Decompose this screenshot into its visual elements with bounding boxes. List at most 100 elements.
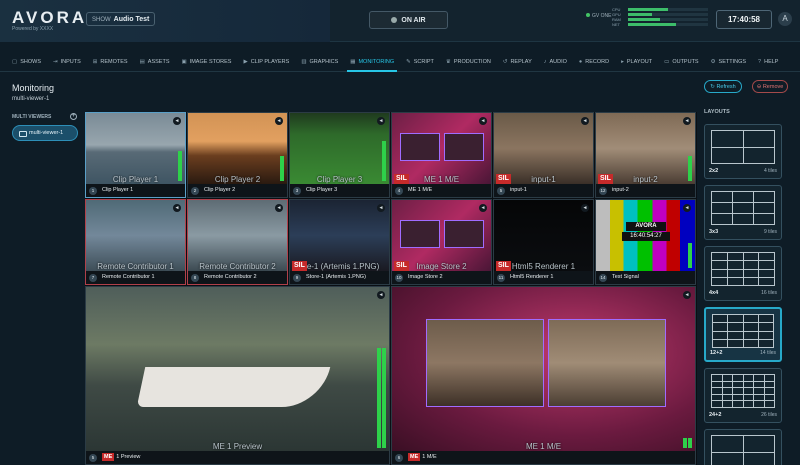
- tile-preview-image: AVORA 16:40:54:27: [596, 200, 695, 271]
- nav-label: AUDIO: [549, 59, 567, 65]
- layout-option-24+2[interactable]: 24+2 26 tiles: [704, 368, 782, 423]
- layout-cell: [764, 375, 774, 381]
- audio-icon[interactable]: ◄: [683, 204, 691, 212]
- layout-option-more[interactable]: [704, 429, 782, 465]
- audio-icon[interactable]: ◄: [173, 117, 181, 125]
- me-badge: ME: [102, 453, 115, 461]
- audio-icon[interactable]: ◄: [275, 117, 283, 125]
- tile-number: 8: [191, 273, 199, 282]
- nav-remotes[interactable]: ⊞ REMOTES: [93, 52, 128, 71]
- nav-audio[interactable]: ♪ AUDIO: [544, 52, 567, 71]
- multiviewer-large-tile[interactable]: ◄ ME 1 M/E ME 1 M/E 6: [391, 286, 696, 465]
- multiviewer-item[interactable]: multi-viewer-1: [12, 125, 78, 141]
- layout-name: 24+2: [709, 412, 722, 418]
- multiviewer-large-tile[interactable]: ◄ ME 1 Preview ME 1 Preview 5: [85, 286, 390, 465]
- multiviewer-tile[interactable]: ◄ Image Store 2 SIL Image Store 2 10: [391, 199, 492, 285]
- nav-label: SETTINGS: [718, 59, 747, 65]
- audio-icon[interactable]: ◄: [479, 204, 487, 212]
- nav-outputs[interactable]: ▭ OUTPUTS: [664, 52, 698, 71]
- avora-logo[interactable]: AVORA: [12, 8, 87, 28]
- nav-shows[interactable]: ▢ SHOWS: [12, 52, 41, 71]
- layout-cell: [712, 253, 727, 261]
- nav-label: PRODUCTION: [453, 59, 491, 65]
- nav-label: ASSETS: [147, 59, 170, 65]
- nav-script[interactable]: ✎ SCRIPT: [406, 52, 434, 71]
- layout-option-3x3[interactable]: 3x3 9 tiles: [704, 185, 782, 240]
- nav-assets[interactable]: ▤ ASSETS: [140, 52, 170, 71]
- tile-number: 5: [497, 186, 505, 195]
- audio-icon[interactable]: ◄: [173, 204, 181, 212]
- tile-caption: Image Store 2: [392, 271, 491, 284]
- add-multiviewer-icon[interactable]: +: [70, 113, 77, 120]
- multiviewers-header-label: MULTI VIEWERS: [12, 114, 52, 120]
- on-air-label: ON AIR: [401, 17, 426, 24]
- tile-caption: ME 1 M/E: [392, 451, 695, 464]
- remove-button[interactable]: ⊖ Remove: [752, 80, 788, 93]
- multiviewer-tile[interactable]: AVORA 16:40:54:27 ◄ Test Signal 14: [595, 199, 696, 285]
- multiviewer-tile[interactable]: ◄ Clip Player 2 Clip Player 22: [187, 112, 288, 198]
- refresh-label: Refresh: [716, 84, 736, 90]
- nav-help[interactable]: ? HELP: [758, 52, 778, 71]
- layout-option-2x2[interactable]: 2x2 4 tiles: [704, 124, 782, 179]
- nav-image-stores[interactable]: ▣ IMAGE STORES: [181, 52, 231, 71]
- multiviewer-tile[interactable]: ◄ Clip Player 1 Clip Player 11: [85, 112, 186, 198]
- refresh-button[interactable]: ↻ Refresh: [704, 80, 742, 93]
- tile-number: 9: [293, 273, 301, 282]
- nav-monitoring[interactable]: ▦ MONITORING: [347, 52, 397, 72]
- multiviewer-tile[interactable]: ◄ input-1 SIL input-1 5: [493, 112, 594, 198]
- audio-icon[interactable]: ◄: [377, 204, 385, 212]
- on-air-button[interactable]: ON AIR: [369, 11, 448, 29]
- nav-shows-icon: ▢: [12, 59, 18, 65]
- boat-shape: [136, 367, 331, 407]
- tile-preview-image: [290, 113, 389, 184]
- nav-record[interactable]: ● RECORD: [579, 52, 609, 71]
- layout-option-12+2[interactable]: 12+2 14 tiles: [704, 307, 782, 362]
- layout-cell: [722, 388, 732, 394]
- audio-icon[interactable]: ◄: [377, 291, 385, 299]
- nav-clip-players[interactable]: ▶ CLIP PLAYERS: [243, 52, 289, 71]
- audio-icon[interactable]: ◄: [275, 204, 283, 212]
- layout-cell: [754, 203, 774, 213]
- user-avatar[interactable]: A: [778, 12, 792, 26]
- layout-cell: [712, 436, 743, 452]
- nav-production[interactable]: ♛ PRODUCTION: [446, 52, 491, 71]
- tile-preview-image: [86, 200, 185, 271]
- layout-cell: [713, 315, 728, 323]
- audio-icon[interactable]: ◄: [581, 204, 589, 212]
- tile-number: 14: [599, 273, 607, 282]
- multiviewer-tile[interactable]: ◄ Remote Contributor 1 Remote Contributor …: [85, 199, 186, 285]
- audio-icon[interactable]: ◄: [479, 117, 487, 125]
- layout-tile-count: 14 tiles: [760, 350, 776, 356]
- multiviewer-tile[interactable]: ◄ ME 1 M/E SIL ME 1 M/E 4: [391, 112, 492, 198]
- audio-icon[interactable]: ◄: [377, 117, 385, 125]
- multiviewer-tile[interactable]: ◄ input-2 SIL input-2 12: [595, 112, 696, 198]
- audio-icon[interactable]: ◄: [683, 117, 691, 125]
- inset-left: [400, 133, 440, 161]
- meter-row: CPU: [612, 7, 708, 12]
- nav-production-icon: ♛: [445, 59, 451, 65]
- layout-cell: [743, 315, 758, 323]
- tile-caption: Test Signal: [596, 271, 695, 284]
- nav-settings[interactable]: ⚙ SETTINGS: [711, 52, 746, 71]
- nav-playout[interactable]: ▸ PLAYOUT: [621, 52, 652, 71]
- audio-icon[interactable]: ◄: [581, 117, 589, 125]
- nav-inputs[interactable]: ⇥ INPUTS: [53, 52, 81, 71]
- silence-badge: SIL: [598, 174, 613, 184]
- silence-badge: SIL: [394, 174, 409, 184]
- audio-icon[interactable]: ◄: [683, 291, 691, 299]
- tile-preview-image: [188, 113, 287, 184]
- layout-cell: [758, 315, 773, 323]
- nav-replay[interactable]: ↺ REPLAY: [503, 52, 532, 71]
- layout-cell: [733, 192, 753, 202]
- multiviewer-tile[interactable]: ◄ Remote Contributor 2 Remote Contributor …: [187, 199, 288, 285]
- nav-graphics[interactable]: ▥ GRAPHICS: [301, 52, 338, 71]
- multiviewer-tile[interactable]: ◄ ore-1 (Artemis 1.PNG) SIL Store-1 (Artemi…: [289, 199, 390, 285]
- show-badge[interactable]: SHOW Audio Test: [86, 12, 156, 26]
- layout-cell: [712, 394, 722, 401]
- layout-cell: [713, 323, 728, 331]
- multiviewer-tile[interactable]: ◄ Clip Player 3 Clip Player 33: [289, 112, 390, 198]
- layout-option-4x4[interactable]: 4x4 16 tiles: [704, 246, 782, 301]
- multiviewer-tile[interactable]: ◄ Html5 Renderer 1 SIL Html5 Renderer 1 11: [493, 199, 594, 285]
- layout-cell: [712, 452, 743, 465]
- tile-preview-image: [86, 287, 389, 451]
